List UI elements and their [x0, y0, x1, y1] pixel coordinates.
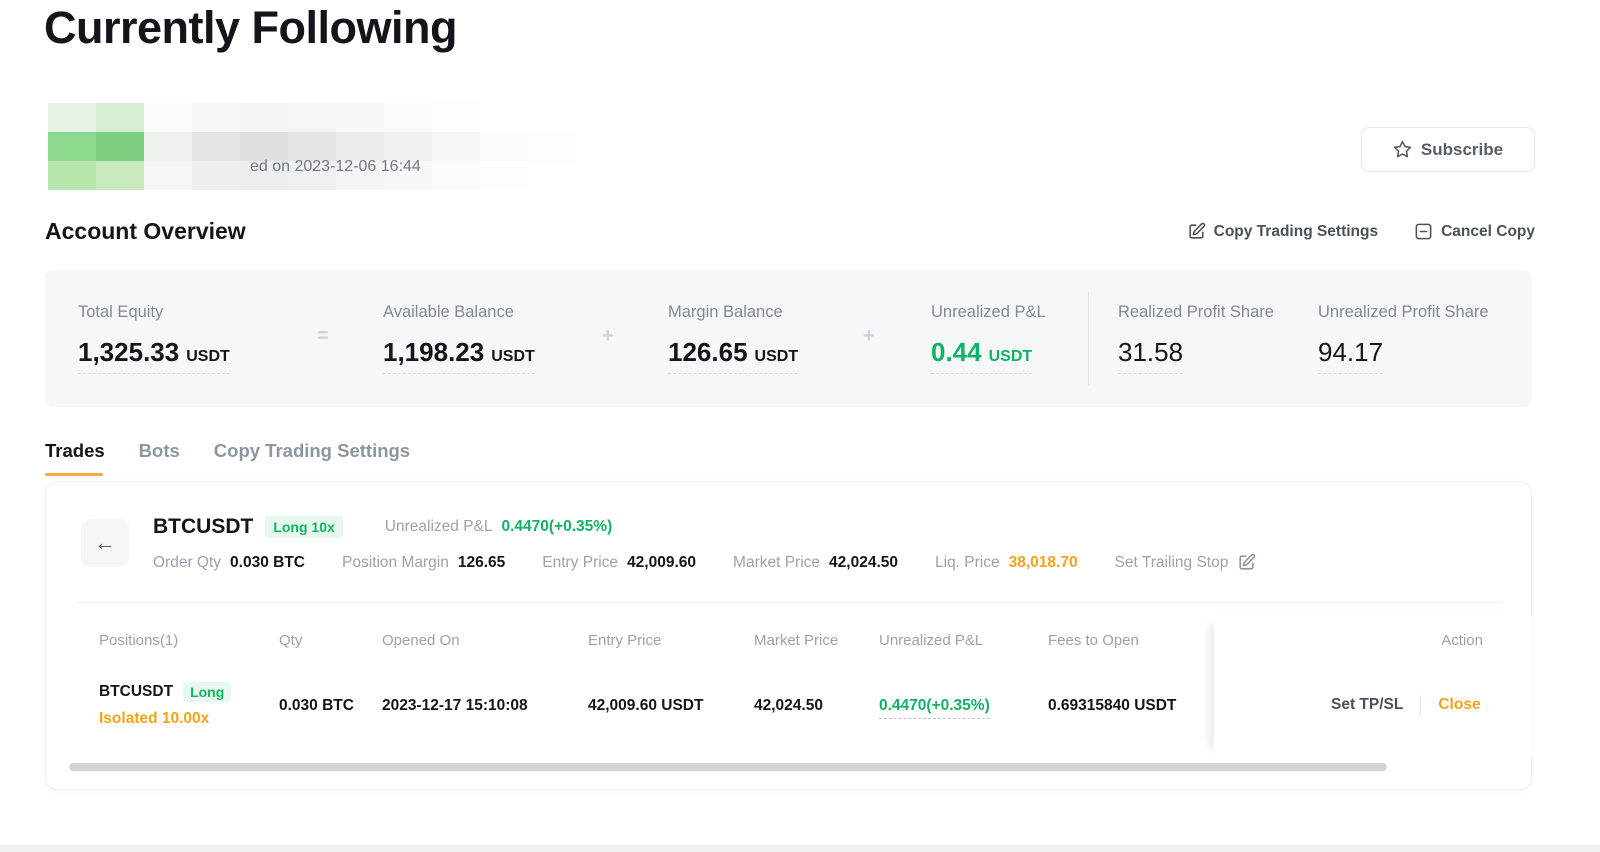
subscribe-button[interactable]: Subscribe — [1361, 127, 1535, 172]
account-stats-panel: Total Equity 1,325.33USDT = Available Ba… — [45, 270, 1532, 407]
detail-position-margin: Position Margin 126.65 — [342, 554, 505, 572]
back-button[interactable]: ← — [81, 519, 129, 567]
detail-market-price: Market Price 42,024.50 — [733, 554, 898, 572]
stat-margin-balance: Margin Balance 126.65USDT — [668, 303, 798, 374]
col-header-opened-on: Opened On — [382, 632, 460, 649]
page-title: Currently Following — [44, 2, 457, 54]
avatar-blurred — [48, 103, 624, 190]
subscribe-label: Subscribe — [1421, 140, 1503, 160]
row-margin-mode: Isolated 10.00x — [99, 710, 209, 728]
stat-unrealized-profit-share: Unrealized Profit Share 94.17 — [1318, 303, 1489, 374]
back-arrow-icon: ← — [94, 530, 116, 556]
row-symbol: BTCUSDT — [99, 683, 173, 701]
copied-on-text: ed on 2023-12-06 16:44 — [250, 158, 421, 176]
row-qty: 0.030 BTC — [279, 697, 354, 715]
tab-trades[interactable]: Trades — [45, 440, 105, 476]
position-details: Order Qty 0.030 BTC Position Margin 126.… — [153, 553, 1256, 572]
tab-bar: Trades Bots Copy Trading Settings — [45, 440, 410, 476]
stats-divider — [1088, 292, 1089, 385]
tab-copy-trading-settings[interactable]: Copy Trading Settings — [214, 440, 410, 476]
stat-value: 1,325.33 — [78, 337, 179, 368]
detail-entry-price: Entry Price 42,009.60 — [542, 554, 696, 572]
col-header-positions: Positions(1) — [99, 632, 178, 649]
detail-liq-price: Liq. Price 38,018.70 — [935, 554, 1078, 572]
cancel-copy-button[interactable]: Cancel Copy — [1414, 222, 1535, 241]
footer-strip — [0, 845, 1600, 852]
edit-icon[interactable] — [1237, 553, 1256, 572]
tab-bots[interactable]: Bots — [139, 440, 180, 476]
equals-operator: = — [317, 325, 329, 348]
side-badge: Long — [183, 682, 231, 702]
stat-realized-profit-share: Realized Profit Share 31.58 — [1118, 303, 1274, 374]
stat-total-equity: Total Equity 1,325.33USDT — [78, 303, 230, 374]
sticky-action-column — [1214, 616, 1532, 756]
plus-operator: + — [863, 325, 875, 348]
col-header-qty: Qty — [279, 632, 302, 649]
position-header: BTCUSDT Long 10x Unrealized P&L 0.4470(+… — [153, 515, 612, 539]
action-separator — [1420, 695, 1421, 715]
cancel-copy-label: Cancel Copy — [1441, 223, 1535, 241]
set-tpsl-button[interactable]: Set TP/SL — [1331, 696, 1403, 714]
row-fees-to-open: 0.69315840 USDT — [1048, 697, 1176, 715]
stat-available-balance: Available Balance 1,198.23USDT — [383, 303, 535, 374]
direction-badge: Long 10x — [265, 516, 342, 538]
horizontal-scrollbar[interactable] — [69, 763, 1387, 771]
plus-operator: + — [602, 325, 614, 348]
close-button[interactable]: Close — [1438, 696, 1480, 714]
row-market-price: 42,024.50 — [754, 697, 823, 715]
row-actions: Set TP/SL Close — [1331, 695, 1481, 715]
col-header-fees-to-open: Fees to Open — [1048, 632, 1139, 649]
row-entry-price: 42,009.60 USDT — [588, 697, 703, 715]
star-icon — [1393, 140, 1412, 159]
set-trailing-stop-button[interactable]: Set Trailing Stop — [1115, 553, 1257, 572]
trades-card: ← BTCUSDT Long 10x Unrealized P&L 0.4470… — [45, 481, 1532, 790]
stat-value: 94.17 — [1318, 337, 1383, 368]
stat-value: 31.58 — [1118, 337, 1183, 368]
col-header-market-price: Market Price — [754, 632, 838, 649]
unrealized-pnl-value: 0.4470(+0.35%) — [502, 518, 613, 536]
copy-trading-settings-label: Copy Trading Settings — [1214, 223, 1378, 241]
stat-value: 0.44 — [931, 337, 982, 368]
col-header-unrealized-pnl: Unrealized P&L — [879, 632, 983, 649]
col-header-entry-price: Entry Price — [588, 632, 661, 649]
row-opened-on: 2023-12-17 15:10:08 — [382, 697, 528, 715]
row-symbol-cell: BTCUSDT Long — [99, 682, 231, 702]
minus-square-icon — [1414, 222, 1433, 241]
detail-order-qty: Order Qty 0.030 BTC — [153, 554, 305, 572]
stat-unrealized-pnl: Unrealized P&L 0.44USDT — [931, 303, 1046, 374]
account-overview-heading: Account Overview — [45, 218, 246, 245]
copy-trading-settings-button[interactable]: Copy Trading Settings — [1187, 222, 1378, 241]
unrealized-pnl-label: Unrealized P&L — [385, 518, 493, 536]
position-symbol: BTCUSDT — [153, 515, 253, 539]
col-header-action: Action — [1436, 632, 1483, 649]
stat-value: 1,198.23 — [383, 337, 484, 368]
page: Currently Following ed on 2023-12-06 16:… — [0, 0, 1600, 852]
card-divider — [76, 602, 1501, 603]
stat-value: 126.65 — [668, 337, 748, 368]
account-overview-actions: Copy Trading Settings Cancel Copy — [1187, 222, 1535, 241]
row-unrealized-pnl: 0.4470(+0.35%) — [879, 697, 990, 719]
edit-icon — [1187, 222, 1206, 241]
